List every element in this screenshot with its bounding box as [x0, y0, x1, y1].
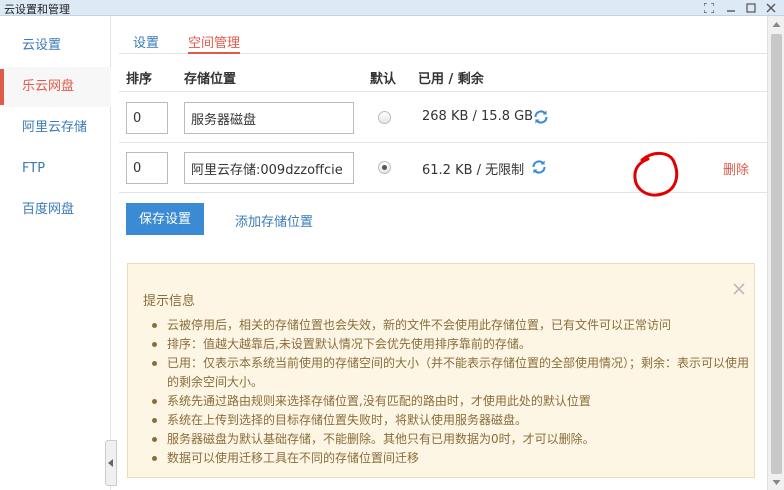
location-input[interactable]: [184, 152, 354, 184]
default-radio[interactable]: [378, 161, 391, 174]
sidebar-item-cloud-settings[interactable]: 云设置: [0, 26, 111, 66]
sidebar-collapse-toggle[interactable]: [105, 440, 117, 486]
tab-space-management[interactable]: 空间管理: [188, 32, 241, 54]
order-input[interactable]: [126, 102, 168, 134]
info-item: 系统先通过路由规则来选择存储位置,没有匹配的路由时，才使用此处的默认位置: [152, 392, 752, 411]
sidebar-item-label: 云设置: [22, 38, 62, 53]
sidebar-item-ftp[interactable]: FTP: [0, 149, 111, 189]
close-icon[interactable]: [732, 282, 746, 296]
window-title: 云设置和管理: [4, 3, 70, 16]
maximize-icon[interactable]: [742, 0, 760, 16]
chevron-left-icon: [108, 459, 113, 467]
annotation-circle: [633, 152, 679, 197]
close-window-icon[interactable]: [762, 0, 780, 16]
add-location-link[interactable]: 添加存储位置: [235, 211, 313, 230]
sidebar: 云设置 乐云网盘 阿里云存储 FTP 百度网盘: [0, 16, 111, 490]
info-item: 系统在上传到选择的目标存储位置失败时，将默认使用服务器磁盘。: [152, 411, 752, 430]
tab-bar: 设置 空间管理: [119, 26, 767, 54]
scrollbar[interactable]: [767, 16, 784, 490]
sidebar-item-label: FTP: [22, 161, 46, 176]
order-input[interactable]: [126, 152, 168, 184]
fullscreen-icon[interactable]: [700, 0, 718, 16]
default-radio[interactable]: [378, 111, 391, 124]
table-header: 排序 存储位置 默认 已用 / 剩余: [119, 62, 767, 92]
table-row: 268 KB / 15.8 GB: [119, 93, 767, 143]
info-title: 提示信息: [143, 294, 196, 309]
info-list: 云被停用后，相关的存储位置也会失效，新的文件不会使用此存储位置，已有文件可以正常…: [152, 316, 752, 468]
main-panel: 设置 空间管理 排序 存储位置 默认 已用 / 剩余 268 KB / 15.8…: [119, 16, 767, 490]
refresh-icon[interactable]: [530, 158, 548, 176]
scroll-thumb[interactable]: [771, 34, 782, 474]
sidebar-item-aliyun-storage[interactable]: 阿里云存储: [0, 108, 111, 148]
sidebar-item-label: 阿里云存储: [22, 120, 88, 135]
sidebar-item-label: 百度网盘: [22, 202, 75, 217]
info-item: 云被停用后，相关的存储位置也会失效，新的文件不会使用此存储位置，已有文件可以正常…: [152, 316, 752, 335]
sidebar-item-leyun-netdisk[interactable]: 乐云网盘: [0, 67, 111, 107]
info-item: 已用：仅表示本系统当前使用的存储空间的大小（并不能表示存储位置的全部使用情况）；…: [152, 354, 752, 392]
scroll-up-icon[interactable]: [772, 20, 781, 29]
header-order: 排序: [126, 72, 153, 87]
save-settings-button[interactable]: 保存设置: [126, 203, 204, 235]
usage-text: 268 KB / 15.8 GB: [422, 109, 534, 124]
header-location: 存储位置: [184, 72, 237, 87]
location-input[interactable]: [184, 102, 354, 134]
refresh-icon[interactable]: [532, 108, 550, 126]
info-item: 服务器磁盘为默认基础存储，不能删除。其他只有已用数据为0时，才可以删除。: [152, 430, 752, 449]
header-usage: 已用 / 剩余: [418, 72, 484, 87]
sidebar-item-baidu-netdisk[interactable]: 百度网盘: [0, 190, 111, 230]
info-item: 排序：值越大越靠后,未设置默认情况下会优先使用排序靠前的存储。: [152, 335, 752, 354]
info-box: 提示信息 云被停用后，相关的存储位置也会失效，新的文件不会使用此存储位置，已有文…: [127, 263, 755, 478]
sidebar-item-label: 乐云网盘: [22, 79, 75, 94]
info-item: 数据可以使用迁移工具在不同的存储位置间迁移: [152, 449, 752, 468]
tab-settings[interactable]: 设置: [133, 32, 159, 54]
title-bar: 云设置和管理: [0, 0, 784, 16]
delete-link[interactable]: 删除: [723, 159, 749, 178]
minimize-icon[interactable]: [722, 0, 740, 16]
header-default: 默认: [370, 72, 397, 87]
scroll-down-icon[interactable]: [772, 478, 781, 487]
usage-text: 61.2 KB / 无限制: [422, 163, 525, 178]
